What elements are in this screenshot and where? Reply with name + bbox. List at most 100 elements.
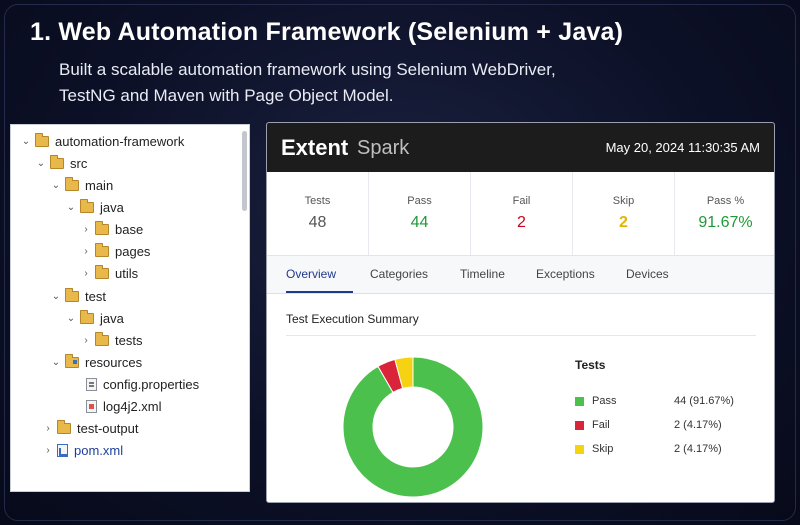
folder-icon [50, 154, 64, 169]
execution-summary-panel: Test Execution Summary Tests Pass 44 (91… [267, 294, 774, 502]
folder-icon [35, 132, 49, 147]
brand-subname: Spark [357, 137, 410, 159]
chevron-right-icon[interactable]: › [43, 445, 53, 456]
properties-file-icon [86, 377, 97, 391]
tree-item-automation-framework[interactable]: ⌄ automation-framework [21, 131, 184, 151]
chevron-down-icon[interactable]: ⌄ [21, 136, 31, 147]
tree-scrollbar[interactable] [242, 131, 247, 211]
folder-icon [80, 309, 94, 324]
tree-item-label: pom.xml [74, 442, 124, 458]
tree-item-label: utils [115, 265, 139, 281]
chevron-down-icon[interactable]: ⌄ [51, 291, 61, 302]
subtitle-line-2: TestNG and Maven with Page Object Model. [59, 86, 394, 105]
chevron-right-icon[interactable]: › [43, 423, 53, 434]
folder-icon [65, 176, 79, 191]
folder-icon [95, 264, 109, 279]
slide-title: 1. Web Automation Framework (Selenium + … [30, 18, 624, 46]
folder-icon [95, 220, 109, 235]
tree-item-label: test [85, 288, 106, 304]
folder-icon [65, 287, 79, 302]
chevron-down-icon[interactable]: ⌄ [36, 158, 46, 169]
stat-skip: Skip 2 [573, 172, 675, 255]
tree-item-test[interactable]: ⌄ test [51, 286, 106, 306]
tree-item-label: automation-framework [55, 133, 185, 149]
tree-item-label: base [115, 221, 144, 237]
stat-pass-percent: Pass % 91.67% [675, 172, 774, 255]
chevron-down-icon[interactable]: ⌄ [66, 313, 76, 324]
tree-item-test-java[interactable]: ⌄ java [66, 308, 124, 328]
stat-label: Tests [304, 195, 331, 207]
chevron-down-icon[interactable]: ⌄ [66, 202, 76, 213]
chevron-right-icon[interactable]: › [81, 246, 91, 257]
tree-item-utils[interactable]: › utils [81, 263, 138, 283]
legend-value: 44 (91.67%) [674, 395, 734, 407]
tree-item-main[interactable]: ⌄ main [51, 175, 113, 195]
chevron-right-icon[interactable]: › [81, 335, 91, 346]
stats-bar: Tests 48 Pass 44 Fail 2 Skip 2 Pass % 91… [267, 172, 774, 256]
stat-value: 2 [619, 214, 628, 231]
legend-item-skip[interactable]: Skip 2 (4.17%) [575, 441, 754, 457]
tree-item-tests[interactable]: › tests [81, 330, 142, 350]
resource-folder-icon [65, 353, 79, 368]
tree-item-label: tests [115, 332, 143, 348]
tree-item-resources[interactable]: ⌄ resources [51, 352, 142, 372]
tests-donut-chart [342, 357, 484, 497]
tree-item-src[interactable]: ⌄ src [36, 153, 87, 173]
tree-item-pom-xml[interactable]: › pom.xml [43, 440, 123, 460]
slide-subtitle: Built a scalable automation framework us… [59, 57, 659, 109]
chevron-right-icon[interactable]: › [81, 268, 91, 279]
legend-name: Pass [592, 395, 617, 407]
tree-item-label: config.properties [103, 376, 200, 392]
tree-item-log4j2-xml[interactable]: log4j2.xml [86, 396, 162, 416]
tree-item-config-properties[interactable]: config.properties [86, 374, 199, 394]
project-file-tree: ⌄ automation-framework ⌄ src ⌄ main ⌄ ja… [10, 124, 250, 492]
report-tabs: Overview Categories Timeline Exceptions … [267, 256, 774, 294]
stat-value: 91.67% [698, 214, 753, 231]
stat-fail: Fail 2 [471, 172, 573, 255]
legend-title: Tests [575, 358, 606, 372]
brand-name: Extent [281, 135, 349, 160]
folder-icon [80, 198, 94, 213]
summary-title: Test Execution Summary [286, 312, 419, 326]
tree-item-label: java [100, 310, 124, 326]
tab-devices[interactable]: Devices [626, 267, 669, 281]
stat-pass: Pass 44 [369, 172, 471, 255]
tree-item-java[interactable]: ⌄ java [66, 197, 124, 217]
tab-categories[interactable]: Categories [370, 267, 428, 281]
tab-overview[interactable]: Overview [286, 267, 336, 281]
tree-item-test-output[interactable]: › test-output [43, 418, 138, 438]
tree-item-label: main [85, 177, 114, 193]
report-timestamp: May 20, 2024 11:30:35 AM [605, 140, 760, 155]
folder-icon [95, 242, 109, 257]
stat-label: Fail [512, 195, 531, 207]
legend-name: Fail [592, 419, 610, 431]
tree-item-base[interactable]: › base [81, 219, 143, 239]
tab-timeline[interactable]: Timeline [460, 267, 505, 281]
legend-name: Skip [592, 443, 614, 455]
stat-value: 44 [410, 214, 429, 231]
report-header: Extent Spark May 20, 2024 11:30:35 AM [267, 123, 774, 172]
legend-item-pass[interactable]: Pass 44 (91.67%) [575, 393, 754, 409]
legend-swatch [575, 396, 584, 406]
subtitle-line-1: Built a scalable automation framework us… [59, 60, 556, 79]
legend-value: 2 (4.17%) [674, 419, 722, 431]
chevron-down-icon[interactable]: ⌄ [51, 357, 61, 368]
chevron-down-icon[interactable]: ⌄ [51, 180, 61, 191]
divider [286, 335, 756, 336]
stat-label: Skip [612, 195, 635, 207]
tree-item-label: test-output [77, 420, 139, 436]
stat-label: Pass [407, 195, 432, 207]
tree-item-label: java [100, 199, 124, 215]
tree-item-pages[interactable]: › pages [81, 241, 150, 261]
active-tab-indicator [286, 291, 353, 293]
stat-value: 2 [517, 214, 526, 231]
tab-exceptions[interactable]: Exceptions [536, 267, 595, 281]
tree-item-label: log4j2.xml [103, 398, 162, 414]
stat-value: 48 [308, 214, 327, 231]
legend-item-fail[interactable]: Fail 2 (4.17%) [575, 417, 754, 433]
chevron-right-icon[interactable]: › [81, 224, 91, 235]
tree-item-label: pages [115, 243, 151, 259]
xml-file-icon [86, 399, 97, 413]
stat-tests: Tests 48 [267, 172, 369, 255]
legend-value: 2 (4.17%) [674, 443, 722, 455]
